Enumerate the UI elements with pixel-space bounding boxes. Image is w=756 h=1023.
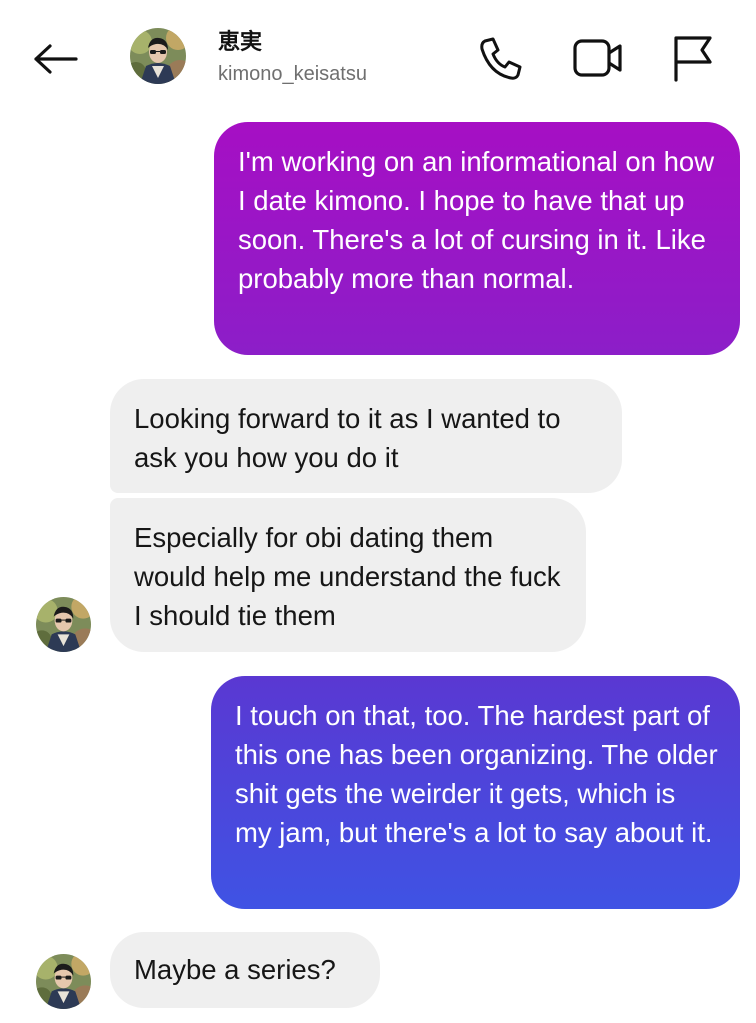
thread-header: 恵実 kimono_keisatsu [0, 0, 756, 110]
arrow-left-icon [34, 44, 78, 74]
sender-avatar[interactable] [36, 954, 91, 1009]
incoming-message[interactable]: Looking forward to it as I wanted to ask… [110, 379, 622, 493]
video-camera-icon [573, 39, 622, 77]
incoming-message[interactable]: Maybe a series? [110, 932, 380, 1008]
back-button[interactable] [28, 34, 82, 84]
sender-avatar[interactable] [36, 597, 91, 652]
flag-icon [674, 36, 712, 82]
contact-title[interactable]: 恵実 kimono_keisatsu [218, 28, 367, 88]
contact-display-name: 恵実 [218, 29, 263, 54]
audio-call-button[interactable] [474, 32, 526, 84]
phone-icon [480, 37, 522, 80]
contact-avatar[interactable] [130, 28, 186, 84]
outgoing-message[interactable]: I'm working on an informational on how I… [214, 122, 740, 355]
report-button[interactable] [666, 32, 718, 84]
contact-username: kimono_keisatsu [218, 63, 367, 85]
dm-thread-screen: 恵実 kimono_keisatsu I'm working on an inf… [0, 0, 756, 1023]
incoming-message[interactable]: Especially for obi dating them would hel… [110, 498, 586, 652]
video-call-button[interactable] [572, 32, 624, 84]
outgoing-message[interactable]: I touch on that, too. The hardest part o… [211, 676, 740, 909]
